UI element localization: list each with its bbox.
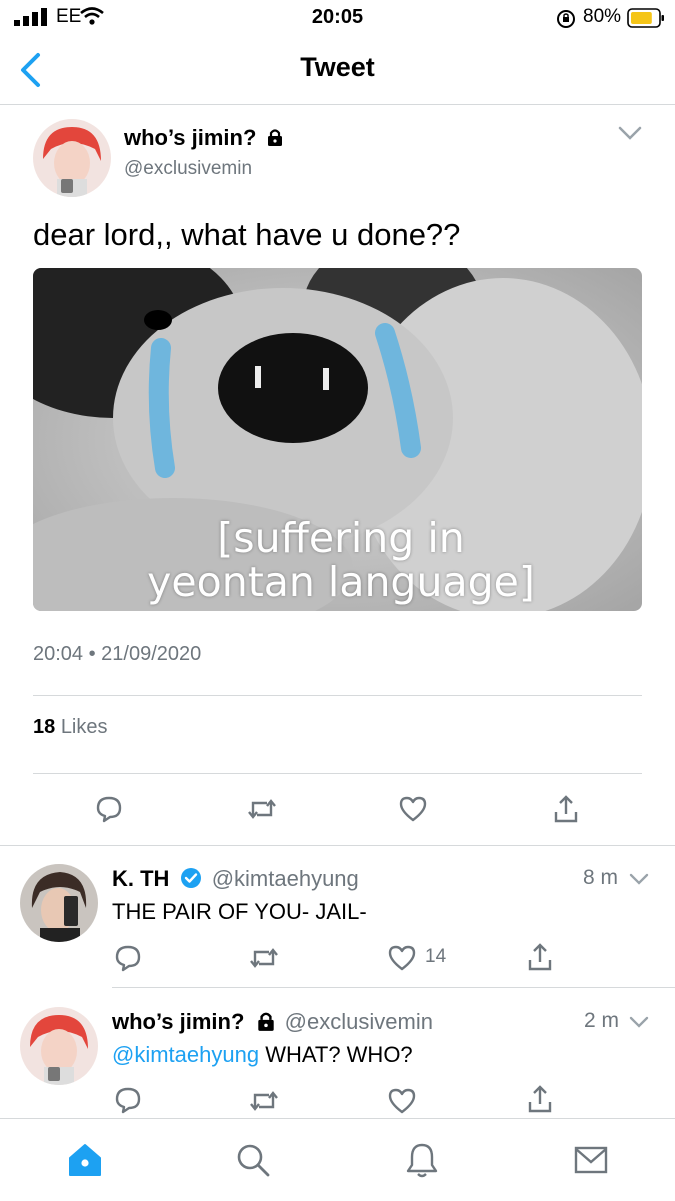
reply-text: THE PAIR OF YOU- JAIL- — [112, 899, 367, 924]
share-icon[interactable] — [553, 794, 579, 824]
image-caption-line1: [suffering in — [217, 514, 465, 562]
author-display-name[interactable]: who’s jimin? — [124, 125, 256, 150]
reply-header: who’s jimin? @exclusivemin — [112, 1009, 433, 1035]
chevron-down-icon[interactable] — [628, 871, 650, 887]
share-icon[interactable] — [527, 942, 553, 972]
stats-divider-bottom — [33, 773, 642, 774]
tweet-image[interactable]: [suffering in yeontan language] — [33, 268, 642, 611]
reply-time: 2 m — [584, 1009, 620, 1032]
thread-divider — [0, 845, 675, 846]
likes-stat[interactable]: 18 Likes — [33, 716, 108, 739]
image-caption: [suffering in yeontan language] — [61, 516, 621, 604]
battery-icon — [627, 8, 665, 28]
reply-like-count: 14 — [425, 946, 447, 967]
reply-text: @kimtaehyung WHAT? WHO? — [112, 1042, 413, 1068]
chevron-down-icon[interactable] — [628, 1014, 650, 1030]
avatar[interactable] — [33, 119, 111, 197]
like-heart-icon[interactable] — [388, 945, 416, 971]
nav-divider — [0, 104, 675, 105]
tweet-text: dear lord,, what have u done?? — [33, 217, 461, 252]
home-icon[interactable] — [66, 1141, 104, 1179]
reply-icon[interactable] — [95, 795, 123, 823]
like-heart-icon[interactable] — [399, 796, 427, 822]
reply-time: 8 m — [583, 866, 619, 889]
search-icon[interactable] — [234, 1141, 272, 1179]
reply-avatar[interactable] — [20, 1007, 98, 1085]
reply-avatar[interactable] — [20, 864, 98, 942]
retweet-icon[interactable] — [247, 796, 277, 822]
verified-badge-icon — [180, 867, 202, 889]
lock-icon — [257, 1010, 275, 1032]
status-bar: EE 20:05 80% — [0, 0, 675, 36]
share-icon[interactable] — [527, 1084, 553, 1114]
rotation-lock-icon — [556, 9, 576, 29]
likes-count: 18 — [33, 716, 56, 738]
reply-icon[interactable] — [114, 1086, 142, 1114]
mention-link[interactable]: @kimtaehyung — [112, 1042, 259, 1067]
reply-divider — [112, 987, 675, 988]
notifications-bell-icon[interactable] — [404, 1141, 440, 1179]
reply-handle[interactable]: @kimtaehyung — [212, 866, 359, 891]
lock-icon — [267, 127, 283, 147]
like-heart-icon[interactable] — [388, 1088, 416, 1114]
reply-icon[interactable] — [114, 944, 142, 972]
tab-bar — [0, 1118, 675, 1201]
battery-percent: 80% — [583, 6, 622, 27]
author-name-row: who’s jimin? — [124, 125, 283, 151]
messages-envelope-icon[interactable] — [574, 1145, 608, 1175]
reply-handle[interactable]: @exclusivemin — [285, 1009, 433, 1034]
reply-display-name[interactable]: who’s jimin? — [112, 1009, 244, 1034]
chevron-down-icon[interactable] — [617, 124, 643, 142]
reply-body: WHAT? WHO? — [259, 1042, 413, 1067]
tweet-timestamp: 20:04 • 21/09/2020 — [33, 643, 202, 665]
likes-label: Likes — [60, 716, 108, 738]
author-handle[interactable]: @exclusivemin — [124, 158, 252, 180]
stats-divider-top — [33, 695, 642, 696]
image-caption-line2: yeontan language] — [147, 558, 535, 606]
reply-header: K. TH @kimtaehyung — [112, 866, 359, 892]
page-title: Tweet — [300, 52, 375, 82]
reply-display-name[interactable]: K. TH — [112, 866, 169, 891]
retweet-icon[interactable] — [249, 945, 279, 971]
retweet-icon[interactable] — [249, 1088, 279, 1114]
